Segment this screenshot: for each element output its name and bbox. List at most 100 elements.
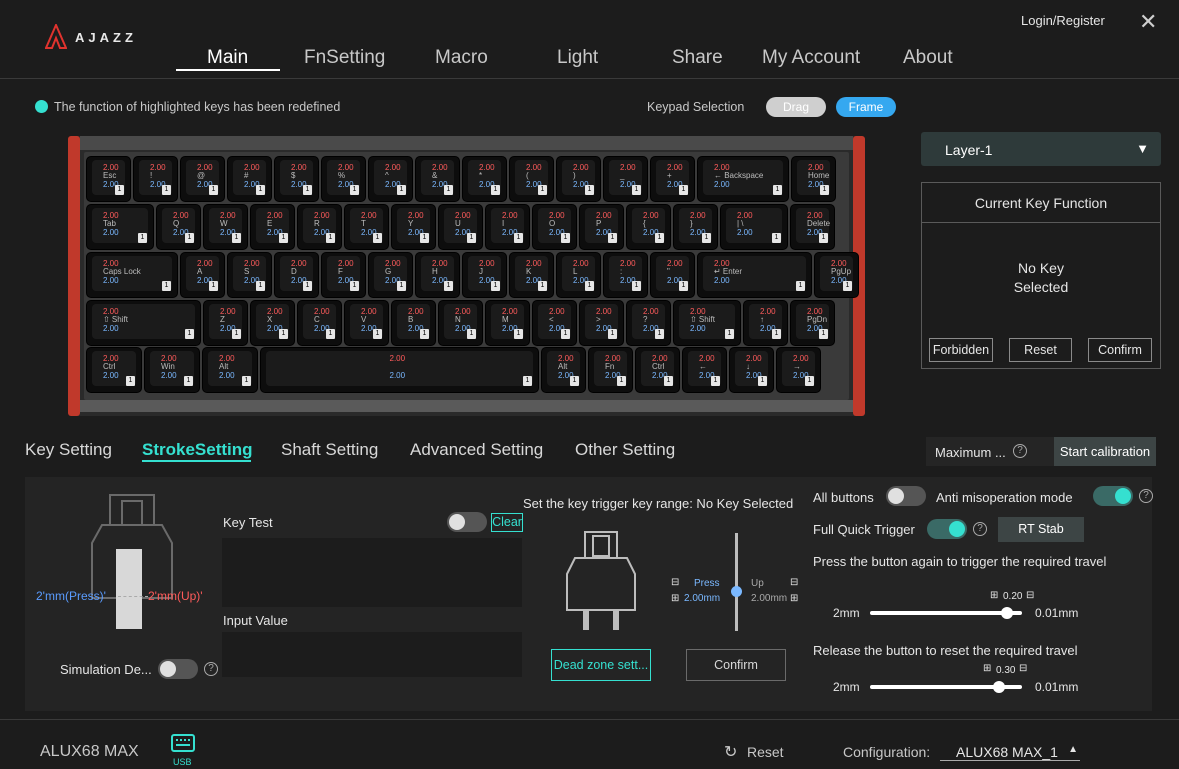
nav-main[interactable]: Main [207,47,248,69]
clear-button[interactable]: Clear [491,513,523,532]
keyboard-key[interactable]: 2.00 F 2.00 1 [321,252,366,298]
keyboard-key[interactable]: 2.00 G 2.00 1 [368,252,413,298]
keyboard-key[interactable]: 2.00 @2.00 1 [180,156,225,202]
keyboard-key[interactable]: 2.00 J 2.00 1 [462,252,507,298]
keyboard-key[interactable]: 2.00 ↵ Enter 2.00 1 [697,252,812,298]
travel-slider-knob[interactable] [731,586,742,597]
nav-about[interactable]: About [903,47,953,69]
keyboard-key[interactable]: 2.00 Win 2.00 1 [144,347,200,393]
keyboard-key[interactable]: 2.00 T 2.00 1 [344,204,389,250]
refresh-icon[interactable]: ↻ [724,742,737,762]
keyboard-key[interactable]: 2.00 V 2.00 1 [344,300,389,346]
keyboard-key[interactable]: 2.00 Alt 2.00 1 [541,347,586,393]
drag-mode-button[interactable]: Drag [766,97,826,117]
keyboard-key[interactable]: 2.00 +2.00 1 [650,156,695,202]
keyboard-key[interactable]: 2.00 U 2.00 1 [438,204,483,250]
keyboard-key[interactable]: 2.00 & 2.00 1 [415,156,460,202]
keyboard-key[interactable]: 2.00 ⇧ Shift 2.00 1 [86,300,201,346]
keyboard-key[interactable]: 2.00 >2.00 1 [579,300,624,346]
keyboard-key[interactable]: 2.00 PgDn 2.00 1 [790,300,835,346]
keyboard-key[interactable]: 2.00 Home 2.00 1 [791,156,836,202]
trigger-slider-knob[interactable] [1000,607,1013,619]
keyboard-key[interactable]: 2.00 M 2.00 1 [485,300,530,346]
nav-my-account[interactable]: My Account [762,47,860,69]
keyboard-key[interactable]: 2.00 Fn 2.00 1 [588,347,633,393]
footer-reset-button[interactable]: Reset [747,744,784,760]
keyboard-key[interactable]: 2.00} 2.00 1 [673,204,718,250]
key-test-toggle[interactable] [447,512,487,532]
keyboard-key[interactable]: 2.00 N 2.00 1 [438,300,483,346]
keyboard-key[interactable]: 2.00 D 2.00 1 [274,252,319,298]
keyboard-key[interactable]: 2.00 ^ 2.00 1 [368,156,413,202]
keyboard-key[interactable]: 2.00 | \ 2.00 1 [720,204,788,250]
keyboard-key[interactable]: 2.00 W 2.00 1 [203,204,248,250]
tab-shaft-setting[interactable]: Shaft Setting [281,440,378,460]
keyboard-key[interactable]: 2.00 P 2.00 1 [579,204,624,250]
keyboard-key[interactable]: 2.00 Ctrl 2.00 1 [635,347,680,393]
keyboard-key[interactable]: 2.00 Esc 2.00 1 [86,156,131,202]
keyboard-key[interactable]: 2.00 A 2.00 1 [180,252,225,298]
full-quick-trigger-toggle[interactable] [927,519,967,539]
configuration-select[interactable]: ALUX68 MAX_1 ▲ [940,744,1080,761]
full-quick-trigger-help-icon[interactable]: ? [973,522,987,536]
anti-misoperation-toggle[interactable] [1093,486,1133,506]
keyboard-key[interactable]: 2.00 * 2.00 1 [462,156,507,202]
keyboard-key[interactable]: 2.00% 2.00 1 [321,156,366,202]
trigger-plus-icon[interactable]: ⊞ [990,590,998,601]
keyboard-key[interactable]: 2.00 S 2.00 1 [227,252,272,298]
simulation-help-icon[interactable]: ? [204,662,218,676]
key-test-area[interactable] [222,538,522,607]
tab-stroke-setting[interactable]: StrokeSetting [142,440,253,460]
keyboard-key[interactable]: 2.00 PgUp 2.00 1 [814,252,859,298]
keyboard-key[interactable]: 2.00 H 2.00 1 [415,252,460,298]
anti-misoperation-help-icon[interactable]: ? [1139,489,1153,503]
trigger-minus-icon[interactable]: ⊟ [1026,590,1034,601]
tab-other-setting[interactable]: Other Setting [575,440,675,460]
up-minus-icon[interactable]: ⊟ [790,577,798,588]
input-value-field[interactable] [222,632,522,677]
confirm-key-button[interactable]: Confirm [1088,338,1152,362]
keyboard-key[interactable]: 2.00 Y 2.00 1 [391,204,436,250]
all-buttons-toggle[interactable] [886,486,926,506]
keyboard-key[interactable]: 2.00 ⇧ Shift 2.00 1 [673,300,741,346]
dead-zone-button[interactable]: Dead zone sett... [551,649,651,681]
keyboard-key[interactable]: 2.00 #2.00 1 [227,156,272,202]
up-plus-icon[interactable]: ⊞ [790,593,798,604]
keyboard-key[interactable]: 2.00 C 2.00 1 [297,300,342,346]
keyboard-key[interactable]: 2.00(2.00 1 [509,156,554,202]
reset-key-button[interactable]: Reset [1009,338,1072,362]
layer-select[interactable]: Layer-1 ▼ [921,132,1161,166]
keyboard-key[interactable]: 2.00! 2.00 1 [133,156,178,202]
nav-macro[interactable]: Macro [435,47,488,69]
nav-light[interactable]: Light [557,47,598,69]
keyboard-key[interactable]: 2.00 Q 2.00 1 [156,204,201,250]
release-plus-icon[interactable]: ⊞ [983,663,991,674]
travel-slider-track[interactable] [735,533,738,631]
keyboard-key[interactable]: 2.00 _ 2.00 1 [603,156,648,202]
tab-key-setting[interactable]: Key Setting [25,440,112,460]
keyboard-key[interactable]: 2.00 Z 2.00 1 [203,300,248,346]
keyboard-key[interactable]: 2.00 Caps Lock 2.00 1 [86,252,178,298]
close-icon[interactable]: ✕ [1139,9,1157,35]
keyboard-key[interactable]: 2.00 K 2.00 1 [509,252,554,298]
tab-advanced-setting[interactable]: Advanced Setting [410,440,543,460]
release-minus-icon[interactable]: ⊟ [1019,663,1027,674]
keyboard-key[interactable]: 2.00 Tab 2.00 1 [86,204,154,250]
trigger-slider-track[interactable] [870,611,1022,615]
keyboard-key[interactable]: 2.00 I 2.00 1 [485,204,530,250]
nav-share[interactable]: Share [672,47,723,69]
press-minus-icon[interactable]: ⊟ [671,577,679,588]
confirm-stroke-button[interactable]: Confirm [686,649,786,681]
keyboard-key[interactable]: 2.00{2.00 1 [626,204,671,250]
start-calibration-button[interactable]: Start calibration [1054,437,1156,466]
keyboard-key[interactable]: 2.00 L 2.00 1 [556,252,601,298]
keyboard-key[interactable]: 2.00 Delete 2.00 1 [790,204,835,250]
help-icon[interactable]: ? [1013,444,1027,458]
keyboard-key[interactable]: 2.00 Alt 2.00 1 [202,347,258,393]
keyboard-key[interactable]: 2.00 X 2.00 1 [250,300,295,346]
keyboard-key[interactable]: 2.00 " 2.00 1 [650,252,695,298]
frame-mode-button[interactable]: Frame [836,97,896,117]
forbidden-button[interactable]: Forbidden [929,338,993,362]
keyboard-key[interactable]: 2.00 B 2.00 1 [391,300,436,346]
keyboard-key[interactable]: 2.00 ← Backspace 2.00 1 [697,156,789,202]
